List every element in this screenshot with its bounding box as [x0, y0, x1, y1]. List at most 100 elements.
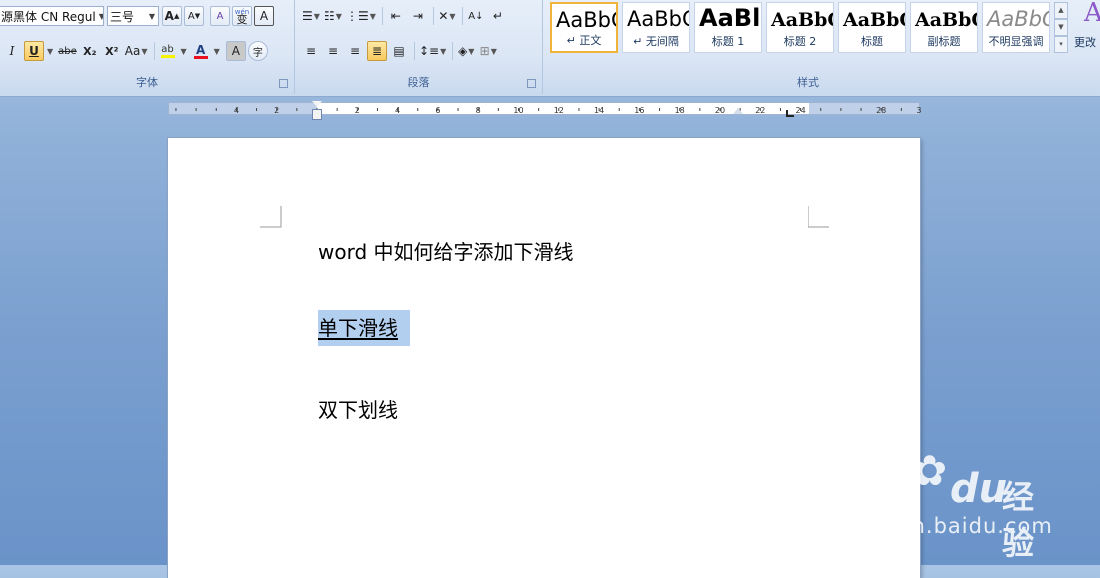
ruler-number: 2 — [274, 106, 279, 115]
styles-group-label: 样式 — [797, 76, 819, 89]
multilevel-list-button[interactable]: ⋮☰ ▼ — [345, 6, 377, 26]
align-left-icon: ≡ — [305, 44, 317, 58]
justify-button[interactable]: ≣ — [367, 41, 387, 61]
phonetic-guide-button[interactable]: wén 变 — [232, 6, 252, 26]
align-right-icon: ≡ — [349, 44, 361, 58]
paragraph-group-label: 段落 — [407, 76, 430, 89]
grow-font-button[interactable]: A ▲ — [162, 6, 182, 26]
font-group-label: 字体 — [136, 76, 158, 89]
numbering-button[interactable]: ☷ ▼ — [323, 6, 343, 26]
increase-indent-button[interactable]: ⇥ — [408, 6, 428, 26]
baidu-paw-icon: ✿ — [912, 446, 948, 495]
decrease-indent-button[interactable]: ⇤ — [386, 6, 406, 26]
line-spacing-button[interactable]: ↕≡ ▼ — [418, 41, 447, 61]
baidu-watermark: Bai ✿ du 经验 jingyan.baidu.com — [842, 446, 1053, 562]
horizontal-ruler[interactable]: 42246810121416182022242830 — [168, 102, 921, 115]
highlight-color-bar — [160, 54, 175, 58]
change-case-button[interactable]: Aa ▼ — [124, 41, 149, 61]
bullets-button[interactable]: ☰ ▼ — [301, 6, 321, 26]
clear-format-button[interactable]: A — [210, 6, 230, 26]
style-subtle-emphasis[interactable]: AaBbC 不明显强调 — [982, 2, 1050, 53]
font-name-value: 源黑体 CN Regul — [1, 9, 96, 24]
borders-button[interactable]: ⊞ ▼ — [478, 41, 498, 61]
font-size-combo[interactable]: 三号 ▼ — [107, 6, 159, 26]
shrink-font-button[interactable]: A ▼ — [184, 6, 204, 26]
subscript-button[interactable]: X₂ — [80, 41, 100, 61]
ruler-ticks: 42246810121416182022242830 — [175, 106, 921, 115]
ruler-number: 4 — [395, 106, 400, 115]
ruler-number: 6 — [435, 106, 440, 115]
style-title[interactable]: AaBbC 标题 — [838, 2, 906, 53]
enclose-char-button[interactable]: 字 — [247, 41, 268, 61]
font-name-combo[interactable]: 源黑体 CN Regul ▼ — [0, 6, 104, 26]
paragraph-mark-icon: ↵ — [492, 9, 503, 23]
italic-button[interactable]: I — [2, 41, 22, 61]
distributed-icon: ▤ — [393, 44, 405, 58]
highlight-button[interactable]: ab — [158, 41, 178, 61]
paint-bucket-icon: ◈ — [458, 44, 468, 58]
align-left-button[interactable]: ≡ — [301, 41, 321, 61]
underline-dropdown[interactable]: ▼ — [47, 47, 53, 56]
tab-stop-marker[interactable] — [786, 110, 794, 117]
change-styles-button[interactable]: A 更改 — [1072, 0, 1100, 56]
justify-icon: ≣ — [371, 44, 383, 58]
superscript-button[interactable]: X² — [102, 41, 122, 61]
ruler-number: 22 — [755, 106, 765, 115]
font-size-value: 三号 — [110, 9, 135, 24]
document-line-double-underline[interactable]: 双下划线 — [318, 394, 398, 423]
document-line-single-underline[interactable]: 单下滑线 — [318, 310, 410, 346]
align-center-button[interactable]: ≡ — [323, 41, 343, 61]
sort-button[interactable]: A↓ — [466, 6, 486, 26]
selected-underlined-text[interactable]: 单下滑线 — [318, 310, 410, 346]
style-heading-2[interactable]: AaBbC 标题 2 — [766, 2, 834, 53]
font-color-bar — [193, 55, 208, 59]
font-color-dropdown[interactable]: ▼ — [214, 47, 220, 56]
margin-corner-top-right — [808, 206, 829, 228]
styles-scroll-down[interactable]: ▼ — [1054, 19, 1068, 36]
right-indent-marker[interactable] — [733, 108, 743, 114]
font-color-button[interactable]: A — [191, 41, 211, 61]
chevron-down-icon: ▼ — [148, 11, 155, 21]
align-center-icon: ≡ — [327, 44, 339, 58]
ruler-number: 30 — [916, 106, 921, 115]
baidu-brand-text: Bai — [842, 466, 911, 512]
left-indent-marker[interactable] — [312, 109, 322, 120]
style-normal[interactable]: AaBbC ↵ 正文 — [550, 2, 618, 53]
document-page[interactable]: word 中如何给字添加下滑线 单下滑线 双下划线 — [168, 138, 920, 578]
font-group: 源黑体 CN Regul ▼ 三号 ▼ A▲ A▼ A wén 变 A I U … — [0, 0, 295, 94]
chinese-layout-icon: ✕ — [438, 9, 449, 23]
ribbon: 源黑体 CN Regul ▼ 三号 ▼ A▲ A▼ A wén 变 A I U … — [0, 0, 1100, 97]
distributed-button[interactable]: ▤ — [389, 41, 409, 61]
style-subtitle[interactable]: AaBbC 副标题 — [910, 2, 978, 53]
multilevel-list-icon: ⋮☰ — [346, 9, 369, 23]
font-dialog-launcher[interactable] — [279, 79, 288, 88]
document-line-title[interactable]: word 中如何给字添加下滑线 — [318, 236, 574, 265]
style-heading-1[interactable]: AaBl 标题 1 — [694, 2, 762, 53]
show-marks-button[interactable]: ↵ — [488, 6, 508, 26]
styles-more[interactable]: ▾ — [1054, 36, 1068, 53]
align-right-button[interactable]: ≡ — [345, 41, 365, 61]
numbered-list-icon: ☷ — [324, 9, 335, 23]
increase-indent-icon: ⇥ — [412, 9, 423, 23]
styles-scroll-up[interactable]: ▲ — [1054, 2, 1068, 19]
ruler-number: 12 — [554, 106, 564, 115]
char-border-button[interactable]: A — [254, 6, 274, 26]
ruler-number: 18 — [675, 106, 685, 115]
ruler-number: 2 — [355, 106, 360, 115]
highlight-dropdown[interactable]: ▼ — [181, 47, 187, 56]
chinese-layout-button[interactable]: ✕ ▼ — [437, 6, 457, 26]
styles-scroller: ▲ ▼ ▾ — [1054, 2, 1068, 53]
style-no-spacing[interactable]: AaBbC ↵ 无间隔 — [622, 2, 690, 53]
ruler-number: 14 — [594, 106, 604, 115]
first-line-indent-marker[interactable] — [312, 101, 322, 107]
char-shading-button[interactable]: A — [225, 41, 246, 61]
paragraph-dialog-launcher[interactable] — [527, 79, 536, 88]
ruler-number: 20 — [715, 106, 725, 115]
ruler-number: 28 — [876, 106, 886, 115]
strikethrough-button[interactable]: abe — [57, 41, 78, 61]
shading-button[interactable]: ◈ ▼ — [456, 41, 476, 61]
underline-button[interactable]: U — [24, 41, 44, 61]
highlighter-icon: ab — [161, 43, 174, 55]
border-grid-icon: ⊞ — [479, 44, 490, 58]
sort-icon: A↓ — [468, 10, 484, 22]
